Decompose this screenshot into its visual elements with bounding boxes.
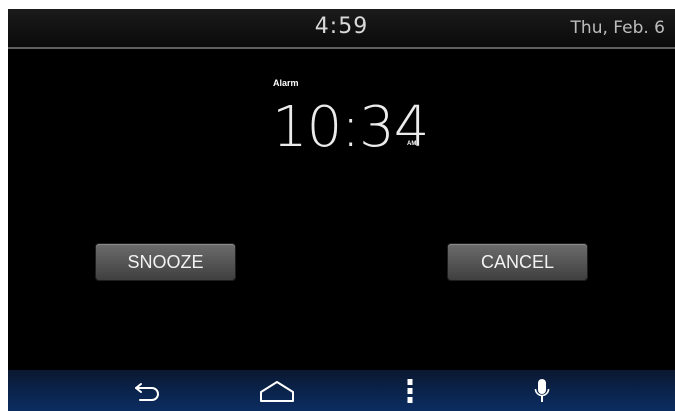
alarm-screen: 4:59 Thu, Feb. 6 Alarm 10:34 AM SNOOZE C…: [8, 9, 675, 411]
alarm-time: 10:34: [272, 95, 429, 160]
alarm-label: Alarm: [273, 78, 299, 88]
status-bar: 4:59 Thu, Feb. 6: [8, 9, 675, 49]
microphone-icon: [534, 378, 550, 402]
home-button[interactable]: [247, 370, 307, 411]
menu-icon: [407, 378, 413, 403]
cancel-button[interactable]: CANCEL: [448, 244, 587, 280]
home-icon: [260, 380, 294, 402]
microphone-button[interactable]: [512, 370, 572, 411]
menu-button[interactable]: [380, 370, 440, 411]
alarm-ampm: AM: [407, 141, 417, 147]
back-icon: [135, 382, 159, 401]
snooze-button[interactable]: SNOOZE: [96, 244, 235, 280]
status-date: Thu, Feb. 6: [570, 18, 665, 38]
screen: 4:59 Thu, Feb. 6 Alarm 10:34 AM SNOOZE C…: [0, 0, 675, 411]
back-button[interactable]: [118, 370, 178, 411]
navigation-bar: [8, 370, 675, 411]
